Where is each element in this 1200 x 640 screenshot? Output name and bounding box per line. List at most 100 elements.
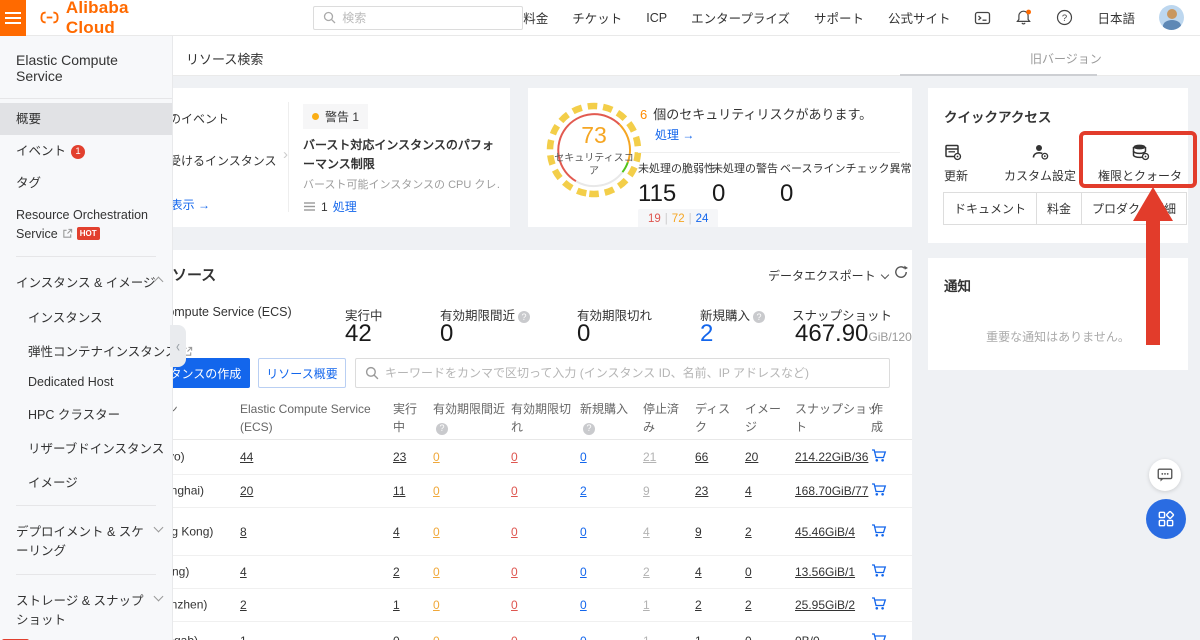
snapshot-link[interactable]: 13.56GiB/1 xyxy=(795,565,855,579)
new-purchase-link[interactable]: 0 xyxy=(580,598,587,612)
ecs-count-link[interactable]: 44 xyxy=(240,450,253,464)
expired-link[interactable]: 0 xyxy=(511,598,518,612)
running-link[interactable]: 23 xyxy=(393,450,406,464)
image-link[interactable]: 2 xyxy=(745,598,752,612)
panel-collapse-handle[interactable]: ‹ xyxy=(170,325,186,367)
feedback-button[interactable] xyxy=(1149,459,1181,491)
running-link[interactable]: 11 xyxy=(393,484,405,498)
sidebar-item-elastic-container[interactable]: 弾性コンテナインスタンス xyxy=(0,334,192,368)
disk-link[interactable]: 2 xyxy=(695,598,702,612)
brand-logo[interactable]: Alibaba Cloud xyxy=(40,0,148,38)
bell-icon[interactable] xyxy=(1015,9,1032,26)
image-link[interactable]: 2 xyxy=(745,525,752,539)
near-expiry-link[interactable]: 0 xyxy=(433,565,440,579)
new-purchase-link[interactable]: 0 xyxy=(580,565,587,579)
refresh-icon[interactable] xyxy=(893,264,909,285)
menu-icon[interactable] xyxy=(0,0,26,36)
stopped-link[interactable]: 9 xyxy=(643,484,650,498)
stopped-link[interactable]: 1 xyxy=(643,598,650,612)
near-expiry-link[interactable]: 0 xyxy=(433,598,440,612)
help-icon[interactable]: ? xyxy=(753,311,766,323)
nav-tickets[interactable]: チケット xyxy=(572,8,622,27)
cart-icon[interactable] xyxy=(871,483,887,500)
documentation-button[interactable]: ドキュメント xyxy=(943,192,1038,225)
snapshot-link[interactable]: 0B/0 xyxy=(795,634,820,640)
near-expiry-link[interactable]: 0 xyxy=(433,525,440,539)
snapshot-link[interactable]: 45.46GiB/4 xyxy=(795,525,855,539)
sidebar-section-deployment-scaling[interactable]: デプロイメント & スケーリング xyxy=(0,512,172,568)
sidebar-item-images[interactable]: イメージ xyxy=(0,465,172,499)
snapshot-link[interactable]: 168.70GiB/77 xyxy=(795,484,868,498)
disk-link[interactable]: 1 xyxy=(695,634,702,640)
resource-search-box[interactable] xyxy=(355,358,890,388)
sidebar-item-reserved-instances[interactable]: リザーブドインスタンス xyxy=(0,431,172,465)
product-details-button[interactable]: プロダクト詳細 xyxy=(1081,192,1188,225)
ecs-count-link[interactable]: 1 xyxy=(240,634,247,640)
stopped-link[interactable]: 2 xyxy=(643,565,650,579)
global-search[interactable] xyxy=(313,5,524,30)
language-selector[interactable]: 日本語 xyxy=(1097,8,1135,27)
sidebar-item-events[interactable]: イベント 1 xyxy=(0,135,172,167)
stopped-link[interactable]: 1 xyxy=(643,634,650,640)
help-icon[interactable]: ? xyxy=(518,311,531,323)
disk-link[interactable]: 9 xyxy=(695,525,702,539)
snapshot-link[interactable]: 214.22GiB/36 xyxy=(795,450,868,464)
new-purchase-link[interactable]: 0 xyxy=(580,450,587,464)
global-search-input[interactable] xyxy=(342,10,523,25)
snapshot-link[interactable]: 25.95GiB/2 xyxy=(795,598,855,612)
data-export-dropdown[interactable]: データエクスポート xyxy=(768,267,889,284)
resource-search-tab[interactable]: リソース検索 xyxy=(186,49,263,68)
disk-link[interactable]: 4 xyxy=(695,565,702,579)
nav-enterprise[interactable]: エンタープライズ xyxy=(691,8,790,27)
nav-support[interactable]: サポート xyxy=(814,8,864,27)
running-link[interactable]: 4 xyxy=(393,525,400,539)
quick-access-custom-settings[interactable]: カスタム設定 xyxy=(1000,143,1080,184)
help-icon[interactable]: ? xyxy=(436,422,448,435)
image-link[interactable]: 0 xyxy=(745,565,752,579)
sidebar-item-hpc-cluster[interactable]: HPC クラスター xyxy=(0,397,172,431)
disk-link[interactable]: 23 xyxy=(695,484,708,498)
sidebar-section-instances-images[interactable]: インスタンス & イメージ xyxy=(0,263,172,300)
cart-icon[interactable] xyxy=(871,564,887,581)
ecs-count-link[interactable]: 4 xyxy=(240,565,247,579)
image-link[interactable]: 0 xyxy=(745,634,752,640)
expired-link[interactable]: 0 xyxy=(511,634,518,640)
disk-link[interactable]: 66 xyxy=(695,450,708,464)
sidebar-item-overview[interactable]: 概要 xyxy=(0,103,172,136)
stopped-link[interactable]: 21 xyxy=(643,450,656,464)
quick-access-permissions-quota[interactable]: 権限とクォータ xyxy=(1098,143,1182,184)
running-link[interactable]: 0 xyxy=(393,634,400,640)
sidebar-item-instances[interactable]: インスタンス xyxy=(0,300,172,334)
cart-icon[interactable] xyxy=(871,633,887,640)
image-link[interactable]: 4 xyxy=(745,484,752,498)
running-link[interactable]: 1 xyxy=(393,598,400,612)
help-icon[interactable]: ? xyxy=(1056,9,1073,26)
cart-icon[interactable] xyxy=(871,523,887,540)
old-version-link[interactable]: 旧バージョン xyxy=(1030,50,1102,67)
cart-icon[interactable] xyxy=(871,449,887,466)
new-purchase-link[interactable]: 0 xyxy=(580,525,587,539)
running-link[interactable]: 2 xyxy=(393,565,400,579)
sidebar-item-ros[interactable]: Resource Orchestration Service HOT xyxy=(0,199,172,249)
cart-icon[interactable] xyxy=(871,597,887,614)
stopped-link[interactable]: 4 xyxy=(643,525,650,539)
expired-link[interactable]: 0 xyxy=(511,450,518,464)
sidebar-section-storage-snapshots[interactable]: ストレージ & スナップショット xyxy=(0,581,172,637)
nav-pricing[interactable]: 料金 xyxy=(523,8,548,27)
security-handle-link[interactable]: 処理 → xyxy=(655,126,694,143)
near-expiry-link[interactable]: 0 xyxy=(433,450,440,464)
new-purchase-link[interactable]: 2 xyxy=(580,484,587,498)
near-expiry-link[interactable]: 0 xyxy=(433,634,440,640)
event-title[interactable]: バースト対応インスタンスのパフォーマンス制限 xyxy=(303,136,503,173)
nav-icp[interactable]: ICP xyxy=(646,11,667,25)
nav-official-site[interactable]: 公式サイト xyxy=(888,8,951,27)
resource-search-input[interactable] xyxy=(385,366,889,380)
pricing-button[interactable]: 料金 xyxy=(1036,192,1083,225)
avatar[interactable] xyxy=(1159,5,1184,30)
help-icon[interactable]: ? xyxy=(583,422,595,435)
new-purchase-link[interactable]: 0 xyxy=(580,634,587,640)
quick-access-renew[interactable]: 更新 xyxy=(944,143,994,184)
console-icon[interactable] xyxy=(974,10,991,26)
near-expiry-link[interactable]: 0 xyxy=(433,484,440,498)
expired-link[interactable]: 0 xyxy=(511,525,518,539)
